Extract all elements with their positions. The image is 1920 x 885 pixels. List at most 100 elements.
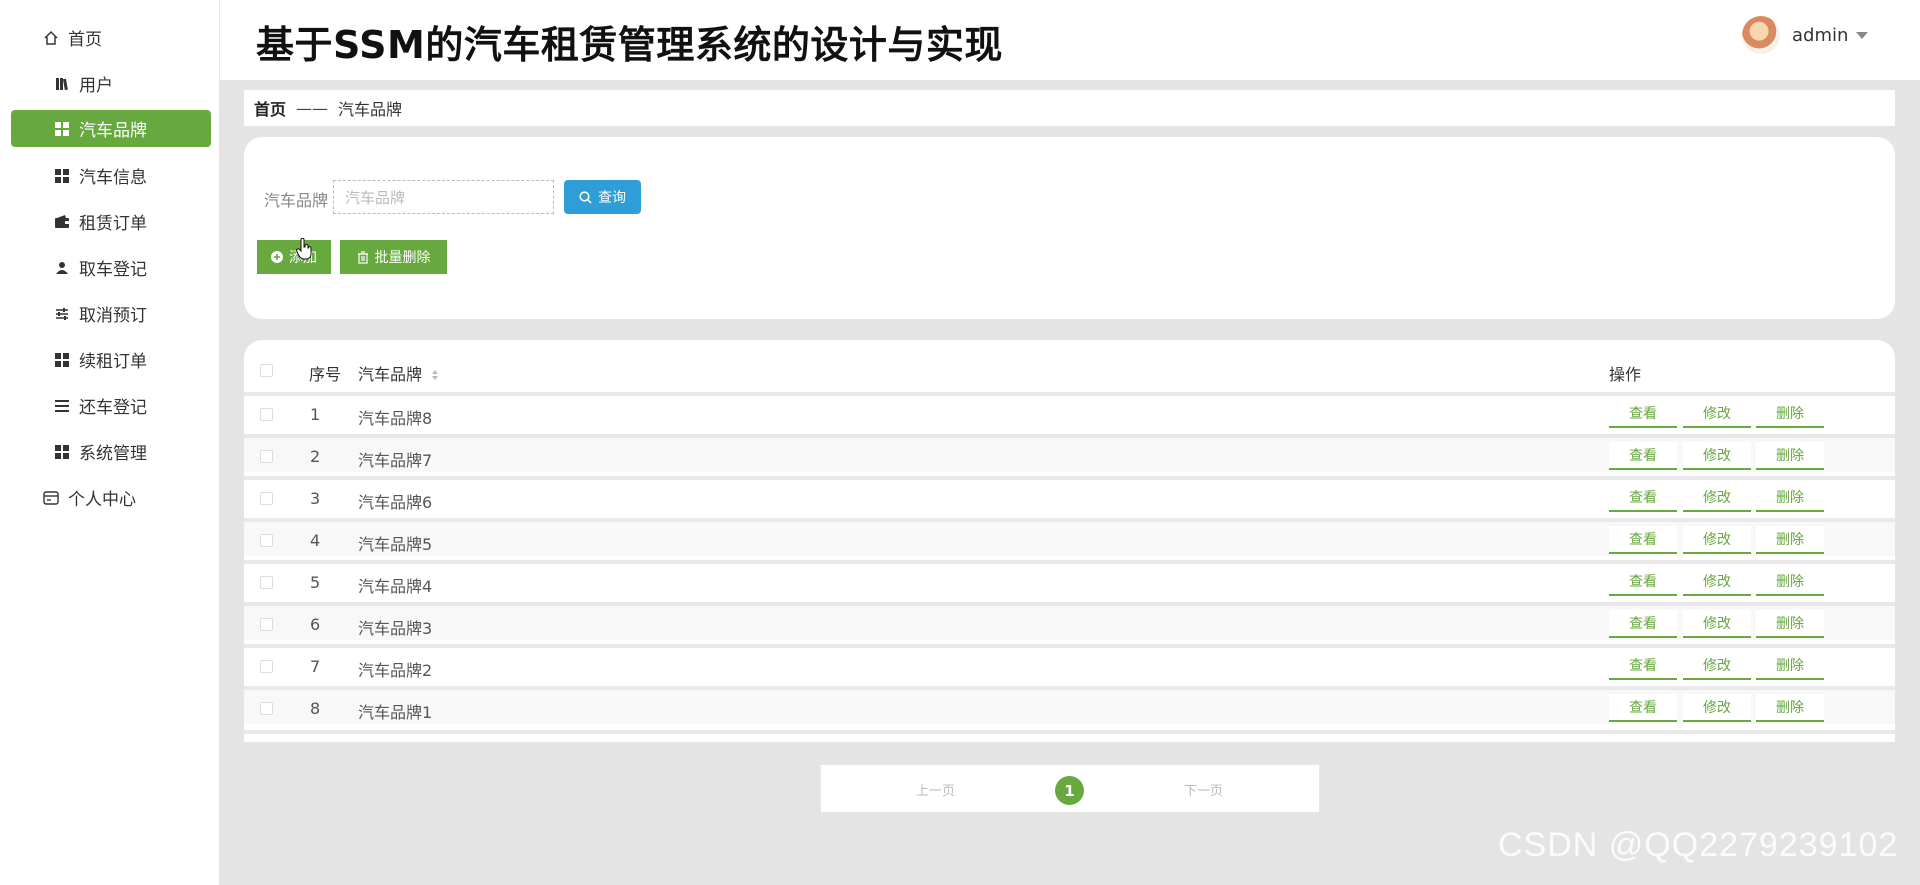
user-menu[interactable]: admin [1742, 16, 1869, 54]
list-icon [53, 397, 71, 415]
row-checkbox[interactable] [260, 450, 273, 463]
watermark: CSDN @QQ2279239102 [1498, 826, 1899, 864]
delete-button[interactable]: 删除 [1756, 694, 1824, 722]
view-button[interactable]: 查看 [1609, 484, 1677, 512]
edit-button[interactable]: 修改 [1683, 400, 1751, 428]
search-icon [579, 190, 592, 204]
view-button[interactable]: 查看 [1609, 442, 1677, 470]
sidebar-item-label: 系统管理 [79, 444, 147, 464]
view-button[interactable]: 查看 [1609, 568, 1677, 596]
sidebar-item-label: 续租订单 [79, 352, 147, 372]
sidebar-item-renewal[interactable]: 续租订单 [11, 341, 211, 378]
delete-button[interactable]: 删除 [1756, 400, 1824, 428]
page-title: 基于SSM的汽车租赁管理系统的设计与实现 [256, 23, 1003, 67]
row-index: 4 [310, 531, 321, 550]
search-panel: 汽车品牌 汽车品牌 查询 添加 批量删除 [244, 137, 1895, 319]
row-checkbox[interactable] [260, 702, 273, 715]
prev-page-button[interactable]: 上一页 [916, 780, 955, 799]
sidebar-item-rental-orders[interactable]: 租赁订单 [11, 203, 211, 240]
edit-button[interactable]: 修改 [1683, 526, 1751, 554]
edit-button[interactable]: 修改 [1683, 484, 1751, 512]
book-icon [53, 75, 71, 93]
select-all-checkbox[interactable] [260, 364, 273, 377]
search-input[interactable]: 汽车品牌 [333, 180, 554, 214]
sidebar-item-users[interactable]: 用户 [11, 65, 211, 102]
sidebar-item-label: 汽车品牌 [79, 121, 147, 141]
view-button[interactable]: 查看 [1609, 694, 1677, 722]
breadcrumb-home[interactable]: 首页 [254, 96, 286, 120]
row-brand: 汽车品牌1 [358, 703, 433, 722]
column-brand-label: 汽车品牌 [358, 365, 423, 384]
grid-icon [53, 167, 71, 185]
row-checkbox[interactable] [260, 492, 273, 505]
sidebar-item-pickup[interactable]: 取车登记 [11, 249, 211, 286]
row-index: 8 [310, 699, 321, 718]
next-page-button[interactable]: 下一页 [1184, 780, 1223, 799]
edit-button[interactable]: 修改 [1683, 694, 1751, 722]
row-brand: 汽车品牌8 [358, 409, 433, 428]
row-index: 2 [310, 447, 321, 466]
delete-button[interactable]: 删除 [1756, 526, 1824, 554]
sidebar-item-return[interactable]: 还车登记 [11, 387, 211, 424]
card-icon [42, 489, 60, 507]
current-page-button[interactable]: 1 [1055, 776, 1084, 805]
row-index: 6 [310, 615, 321, 634]
pagination: 上一页 1 下一页 [820, 764, 1320, 813]
row-brand: 汽车品牌2 [358, 661, 433, 680]
row-checkbox[interactable] [260, 534, 273, 547]
edit-button[interactable]: 修改 [1683, 652, 1751, 680]
sidebar-item-car-info[interactable]: 汽车信息 [11, 157, 211, 194]
trash-icon [357, 250, 369, 264]
sidebar-item-car-brand[interactable]: 汽车品牌 [11, 110, 211, 147]
search-label: 汽车品牌 [264, 191, 329, 210]
view-button[interactable]: 查看 [1609, 526, 1677, 554]
plus-circle-icon [271, 251, 283, 263]
delete-button[interactable]: 删除 [1756, 568, 1824, 596]
data-table: 序号 汽车品牌 操作 1 汽车品牌8 查看 修改 删除 2 汽车品牌7 查看 修… [244, 340, 1895, 742]
column-brand[interactable]: 汽车品牌 [358, 361, 439, 385]
delete-button[interactable]: 删除 [1756, 484, 1824, 512]
view-button[interactable]: 查看 [1609, 610, 1677, 638]
query-button[interactable]: 查询 [564, 180, 641, 214]
grid-icon [53, 120, 71, 138]
row-brand: 汽车品牌4 [358, 577, 433, 596]
username: admin [1792, 24, 1849, 46]
grid-icon [53, 443, 71, 461]
sidebar-item-label: 汽车信息 [79, 168, 147, 188]
row-checkbox[interactable] [260, 576, 273, 589]
edit-button[interactable]: 修改 [1683, 568, 1751, 596]
sidebar-item-personal-center[interactable]: 个人中心 [42, 479, 212, 516]
delete-button[interactable]: 删除 [1756, 652, 1824, 680]
row-checkbox[interactable] [260, 618, 273, 631]
sidebar: 首页 用户 汽车品牌 汽车信息 租赁订单 取车登记 取消预订 续租订单 还车登记… [0, 0, 220, 885]
table-header: 序号 汽车品牌 操作 [244, 350, 1895, 390]
add-button[interactable]: 添加 [257, 240, 331, 274]
sidebar-item-label: 个人中心 [68, 490, 136, 510]
sidebar-item-label: 首页 [68, 30, 102, 50]
sort-icon[interactable] [431, 366, 439, 385]
sidebar-item-system[interactable]: 系统管理 [11, 433, 211, 470]
sidebar-item-cancel[interactable]: 取消预订 [11, 295, 211, 332]
row-brand: 汽车品牌3 [358, 619, 433, 638]
view-button[interactable]: 查看 [1609, 400, 1677, 428]
wallet-icon [53, 213, 71, 231]
batch-delete-button[interactable]: 批量删除 [340, 240, 447, 274]
table-row: 2 汽车品牌7 查看 修改 删除 [244, 434, 1895, 472]
sidebar-item-label: 取消预订 [79, 306, 147, 326]
sidebar-item-home[interactable]: 首页 [42, 19, 212, 56]
hand-cursor-icon [296, 238, 312, 260]
delete-button[interactable]: 删除 [1756, 610, 1824, 638]
sliders-icon [53, 305, 71, 323]
view-button[interactable]: 查看 [1609, 652, 1677, 680]
avatar [1742, 16, 1780, 54]
column-actions: 操作 [1609, 365, 1642, 384]
row-checkbox[interactable] [260, 408, 273, 421]
row-checkbox[interactable] [260, 660, 273, 673]
delete-button[interactable]: 删除 [1756, 442, 1824, 470]
table-row: 3 汽车品牌6 查看 修改 删除 [244, 476, 1895, 514]
edit-button[interactable]: 修改 [1683, 442, 1751, 470]
row-brand: 汽车品牌5 [358, 535, 433, 554]
table-row: 4 汽车品牌5 查看 修改 删除 [244, 518, 1895, 556]
edit-button[interactable]: 修改 [1683, 610, 1751, 638]
row-index: 3 [310, 489, 321, 508]
